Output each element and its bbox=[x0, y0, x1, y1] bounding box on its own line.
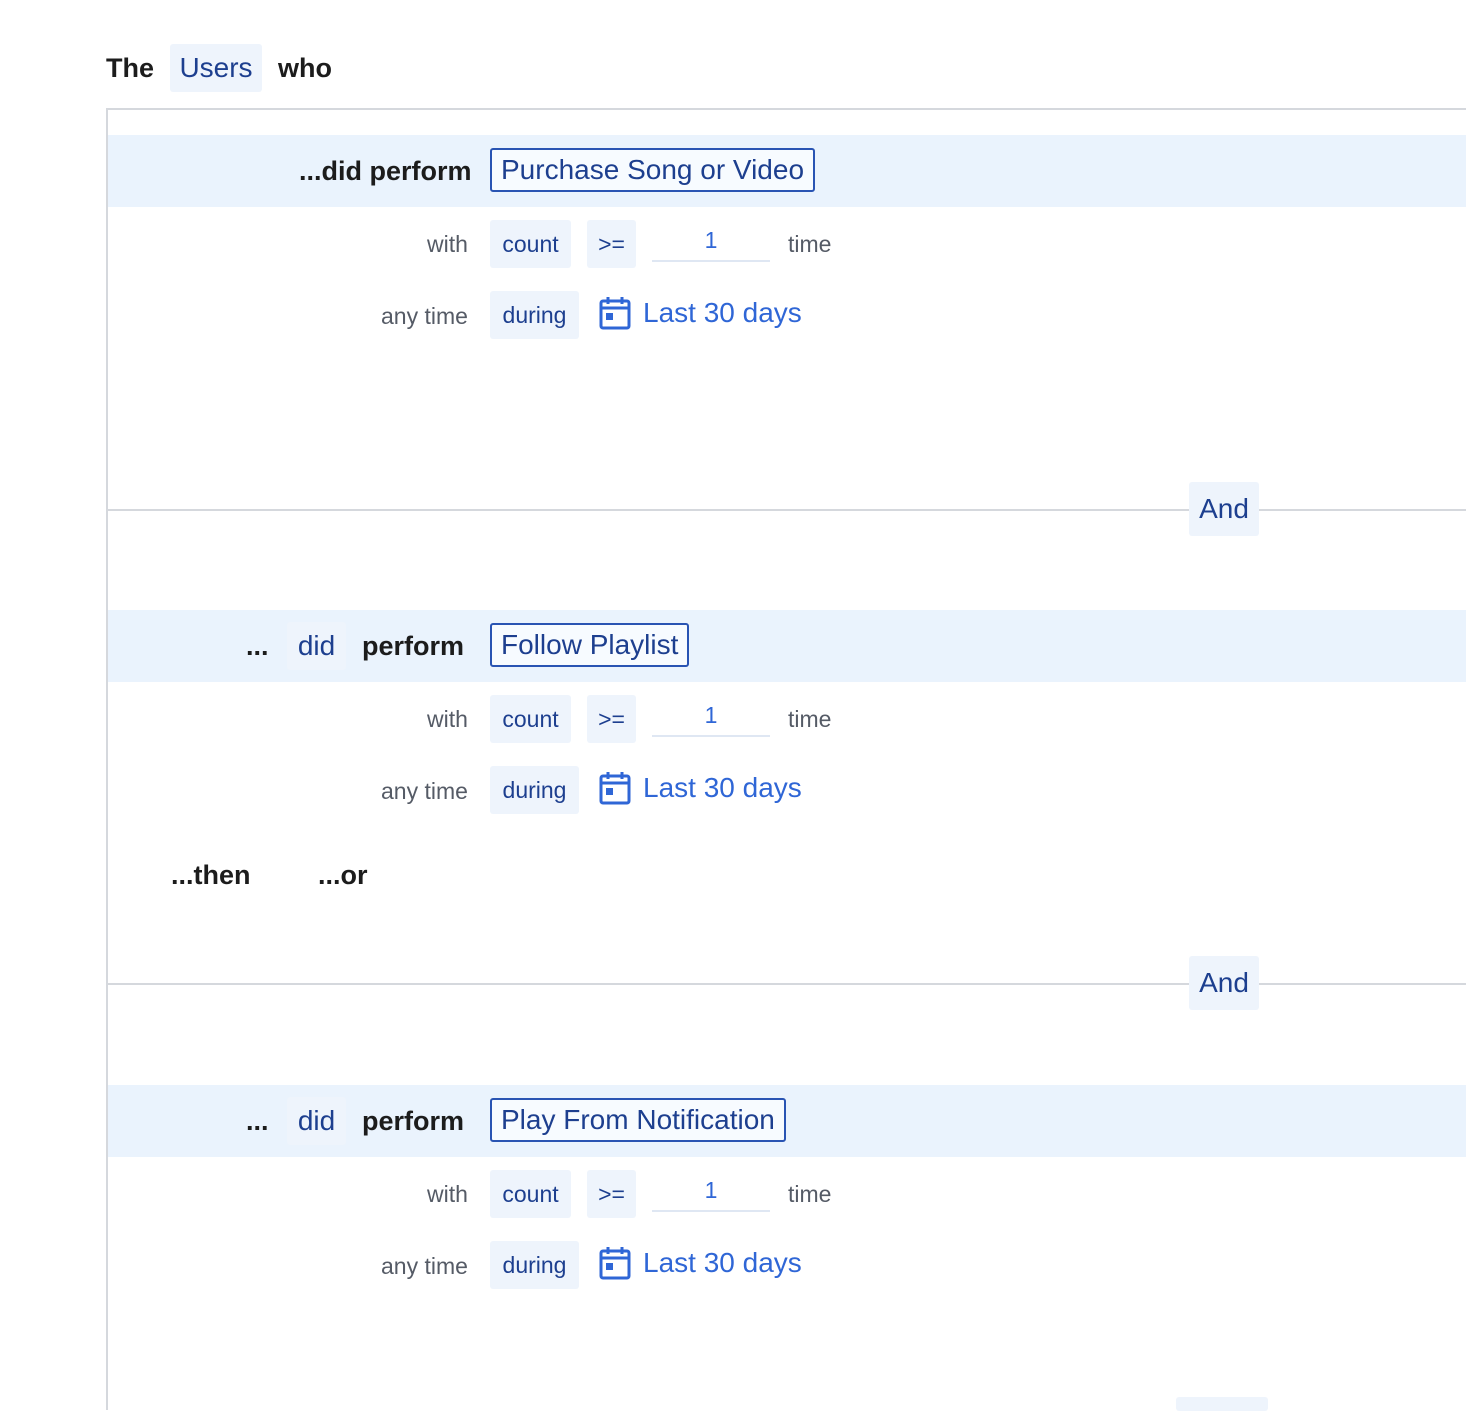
did-selector[interactable]: did bbox=[287, 622, 346, 670]
header-the: The bbox=[106, 53, 155, 83]
calendar-icon bbox=[599, 297, 631, 330]
with-label: with bbox=[427, 1181, 468, 1207]
aggregate-selector[interactable]: count bbox=[490, 220, 571, 268]
aggregate-selector[interactable]: count bbox=[490, 1170, 571, 1218]
date-range-label: Last 30 days bbox=[643, 772, 802, 803]
time-mode-selector[interactable]: during bbox=[490, 291, 579, 339]
perform-label: perform bbox=[362, 1106, 465, 1136]
time-mode-selector[interactable]: during bbox=[490, 1241, 579, 1289]
perform-label: perform bbox=[362, 631, 465, 661]
calendar-icon bbox=[599, 772, 631, 805]
count-value-input[interactable]: 1 bbox=[652, 1170, 770, 1212]
ellipsis-label: ... bbox=[246, 1106, 269, 1136]
date-range-picker[interactable]: Last 30 days bbox=[599, 771, 802, 805]
unit-label: time bbox=[788, 706, 832, 732]
operator-selector[interactable]: >= bbox=[587, 1170, 636, 1218]
with-label: with bbox=[427, 706, 468, 732]
ellipsis-label: ... bbox=[246, 631, 269, 661]
date-range-picker[interactable]: Last 30 days bbox=[599, 1246, 802, 1280]
entity-selector[interactable]: Users bbox=[170, 44, 262, 92]
date-range-label: Last 30 days bbox=[643, 1247, 802, 1278]
event-selector[interactable]: Follow Playlist bbox=[490, 623, 690, 667]
event-selector[interactable]: Purchase Song or Video bbox=[490, 148, 816, 192]
count-value-input[interactable]: 1 bbox=[652, 220, 770, 262]
event-selector[interactable]: Play From Notification bbox=[490, 1098, 786, 1142]
operator-selector[interactable]: >= bbox=[587, 220, 636, 268]
date-range-label: Last 30 days bbox=[643, 297, 802, 328]
time-mode-selector[interactable]: during bbox=[490, 766, 579, 814]
with-label: with bbox=[427, 231, 468, 257]
header-who: who bbox=[278, 53, 332, 83]
or-button[interactable]: ...or bbox=[318, 857, 368, 893]
any-time-label: any time bbox=[381, 778, 468, 804]
date-range-picker[interactable]: Last 30 days bbox=[599, 296, 802, 330]
did-perform-label: ...did perform bbox=[299, 156, 472, 186]
any-time-label: any time bbox=[381, 1253, 468, 1279]
then-button[interactable]: ...then bbox=[171, 857, 251, 893]
operator-selector[interactable]: >= bbox=[587, 695, 636, 743]
did-selector[interactable]: did bbox=[287, 1097, 346, 1145]
unit-label: time bbox=[788, 231, 832, 257]
connector-chip-partial[interactable] bbox=[1176, 1397, 1268, 1411]
any-time-label: any time bbox=[381, 303, 468, 329]
and-connector[interactable]: And bbox=[1189, 956, 1259, 1010]
and-connector[interactable]: And bbox=[1189, 482, 1259, 536]
divider bbox=[108, 983, 1466, 985]
calendar-icon bbox=[599, 1247, 631, 1280]
unit-label: time bbox=[788, 1181, 832, 1207]
aggregate-selector[interactable]: count bbox=[490, 695, 571, 743]
count-value-input[interactable]: 1 bbox=[652, 695, 770, 737]
divider bbox=[108, 509, 1466, 511]
